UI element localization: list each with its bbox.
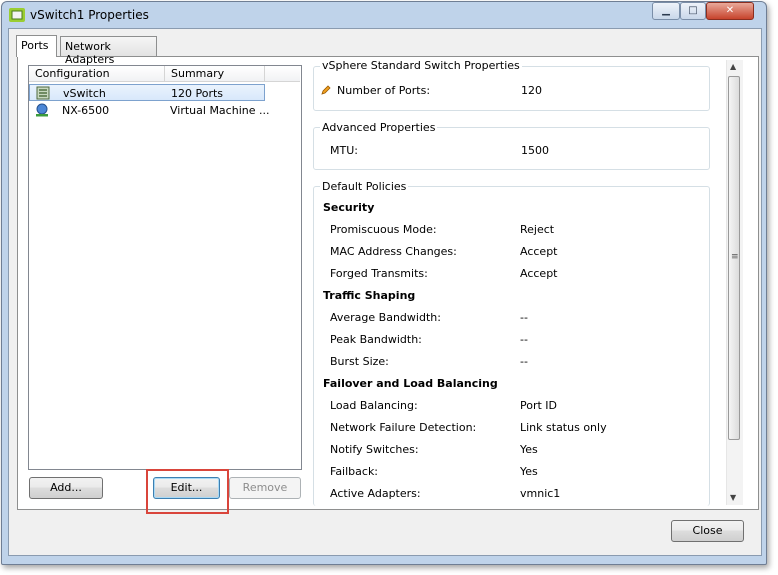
list-item-summary: 120 Ports (171, 87, 224, 100)
failback-label: Failback: (330, 465, 379, 478)
mtu-value: 1500 (521, 144, 549, 157)
tab-network-adapters-label: Network Adapters (65, 40, 115, 66)
add-button[interactable]: Add... (29, 477, 103, 499)
edit-pencil-icon (321, 85, 331, 95)
list-item-name: NX-6500 (62, 104, 110, 117)
network-failure-detection-label: Network Failure Detection: (330, 421, 477, 434)
burst-size-label: Burst Size: (330, 355, 389, 368)
port-group-icon (36, 103, 48, 117)
mac-address-changes-value: Accept (520, 245, 558, 258)
number-of-ports-value: 120 (521, 84, 542, 97)
minimize-button[interactable]: ▁ (652, 2, 680, 20)
column-header-summary[interactable]: Summary (165, 66, 265, 82)
list-item-name: vSwitch (63, 87, 106, 100)
column-header-configuration[interactable]: Configuration (29, 66, 165, 82)
security-heading: Security (323, 201, 375, 214)
load-balancing-label: Load Balancing: (330, 399, 418, 412)
forged-transmits-label: Forged Transmits: (330, 267, 428, 280)
promiscuous-mode-value: Reject (520, 223, 555, 236)
scroll-down-icon[interactable]: ▼ (730, 493, 736, 502)
notify-switches-value: Yes (520, 443, 538, 456)
configuration-list[interactable] (28, 65, 302, 470)
load-balancing-value: Port ID (520, 399, 558, 412)
failback-value: Yes (520, 465, 538, 478)
close-button[interactable]: Close (671, 520, 744, 542)
promiscuous-mode-label: Promiscuous Mode: (330, 223, 437, 236)
list-item-nx-6500[interactable]: NX-6500 Virtual Machine ... (29, 102, 269, 119)
column-header-label: Summary (171, 67, 225, 80)
mtu-label: MTU: (330, 144, 358, 157)
active-adapters-value: vmnic1 (520, 487, 561, 500)
failover-heading: Failover and Load Balancing (323, 377, 498, 390)
maximize-button[interactable]: □ (680, 2, 706, 20)
tab-network-adapters[interactable]: Network Adapters (60, 36, 157, 66)
switch-properties-legend: vSphere Standard Switch Properties (320, 59, 522, 72)
close-icon: ✕ (725, 5, 735, 16)
list-item-vswitch[interactable]: vSwitch 120 Ports (29, 84, 265, 101)
average-bandwidth-value: -- (520, 311, 528, 324)
forged-transmits-value: Accept (520, 267, 558, 280)
column-header-filler (265, 66, 300, 82)
vsphere-app-icon (9, 8, 25, 22)
list-item-summary: Virtual Machine ... (170, 104, 270, 117)
close-window-button[interactable]: ✕ (706, 2, 754, 20)
tab-ports[interactable]: Ports (16, 35, 57, 57)
default-policies-legend: Default Policies (320, 180, 409, 193)
notify-switches-label: Notify Switches: (330, 443, 419, 456)
edit-highlight-box (146, 469, 229, 514)
column-header-label: Configuration (35, 67, 110, 80)
advanced-properties-legend: Advanced Properties (320, 121, 438, 134)
window-title: vSwitch1 Properties (30, 8, 149, 22)
mac-address-changes-label: MAC Address Changes: (330, 245, 457, 258)
tab-ports-label: Ports (21, 39, 49, 52)
number-of-ports-label: Number of Ports: (337, 84, 431, 97)
active-adapters-label: Active Adapters: (330, 487, 421, 500)
minimize-icon: ▁ (662, 5, 670, 16)
scroll-up-icon[interactable]: ▲ (730, 62, 736, 71)
peak-bandwidth-value: -- (520, 333, 528, 346)
burst-size-value: -- (520, 355, 528, 368)
network-failure-detection-value: Link status only (520, 421, 607, 434)
scroll-grip-icon: ≡ (731, 252, 739, 262)
traffic-shaping-heading: Traffic Shaping (323, 289, 416, 302)
average-bandwidth-label: Average Bandwidth: (330, 311, 441, 324)
maximize-icon: □ (688, 5, 698, 16)
remove-button: Remove (229, 477, 301, 499)
vswitch-icon (36, 86, 50, 100)
peak-bandwidth-label: Peak Bandwidth: (330, 333, 422, 346)
